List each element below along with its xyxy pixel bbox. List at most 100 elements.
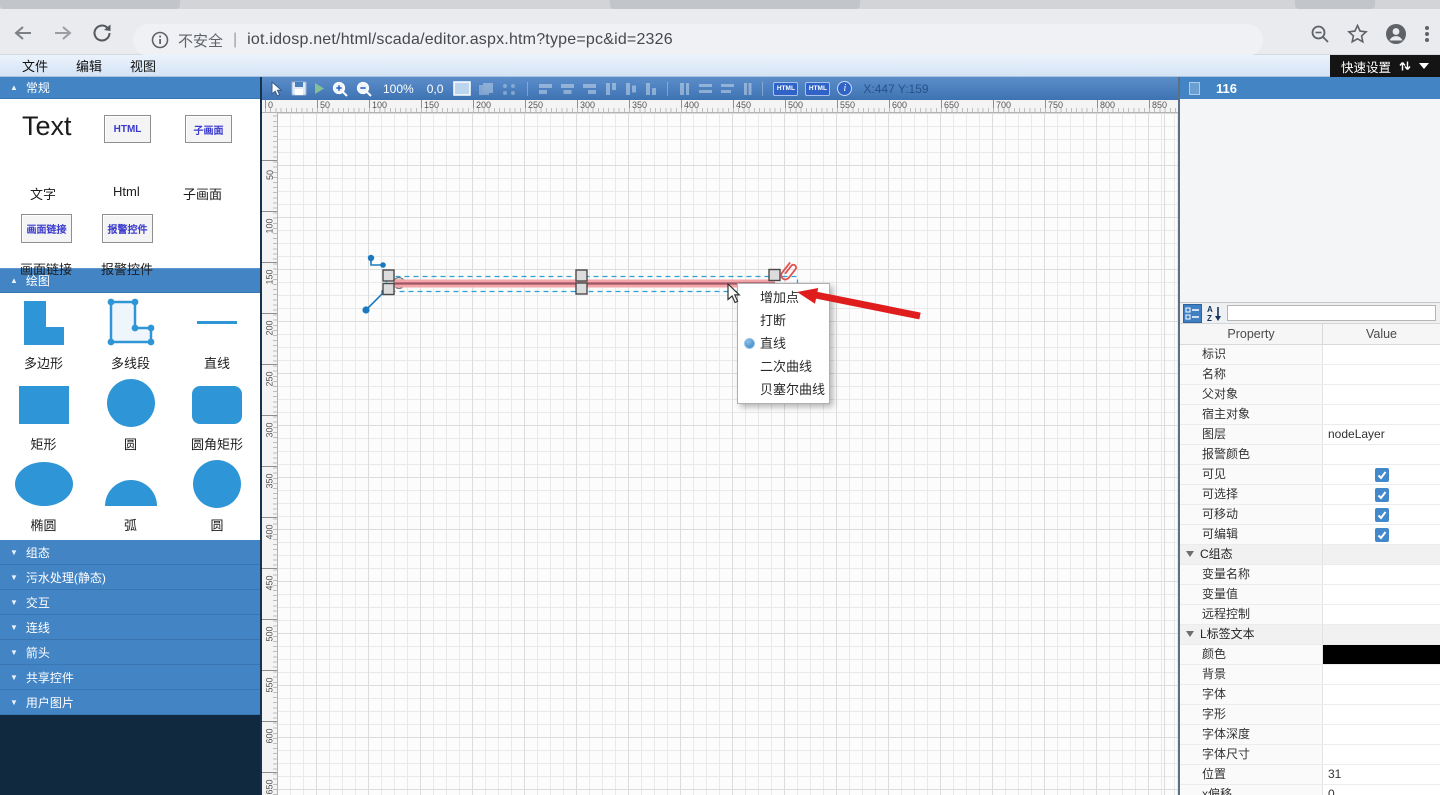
palette-item-html[interactable]: HTML: [104, 115, 151, 143]
polyline-icon: [107, 297, 155, 346]
palette-section-collapsed[interactable]: ▼ 组态: [0, 540, 260, 565]
select-cursor-icon[interactable]: [270, 81, 284, 97]
palette-shape-circle[interactable]: 圆: [106, 378, 156, 459]
property-row[interactable]: 变量值: [1180, 585, 1440, 605]
property-row[interactable]: 图层nodeLayer: [1180, 425, 1440, 445]
align-right-icon-disabled: [582, 82, 597, 95]
palette-shape-polygon[interactable]: 多边形: [23, 297, 65, 378]
palette-shape-polyline[interactable]: 多线段: [107, 297, 155, 378]
save-icon[interactable]: [291, 81, 307, 96]
browser-tab[interactable]: [610, 0, 860, 9]
column-header-value: Value: [1322, 324, 1440, 344]
avatar-icon[interactable]: [1385, 23, 1407, 45]
palette-section-collapsed[interactable]: ▼ 连线: [0, 615, 260, 640]
property-row[interactable]: 宿主对象: [1180, 405, 1440, 425]
mouse-coordinates: X:447 Y:159: [863, 82, 928, 96]
checkbox-checked[interactable]: [1375, 488, 1389, 502]
palette-section-collapsed[interactable]: ▼ 交互: [0, 590, 260, 615]
palette-item-text[interactable]: Text: [22, 111, 72, 142]
property-group-row[interactable]: C组态: [1180, 545, 1440, 565]
play-icon[interactable]: [314, 82, 325, 95]
address-bar[interactable]: 不安全 | iot.idosp.net/html/scada/editor.as…: [133, 24, 1263, 56]
palette-item-screenlink[interactable]: 画面链接: [21, 214, 72, 243]
html-export-icon[interactable]: HTML: [773, 82, 798, 96]
checkbox-checked[interactable]: [1375, 528, 1389, 542]
sort-az-icon[interactable]: AZ: [1206, 304, 1223, 323]
paste-icon-disabled: [501, 82, 517, 96]
url-text[interactable]: iot.idosp.net/html/scada/editor.aspx.htm…: [247, 31, 673, 49]
menu-item[interactable]: 编辑: [62, 59, 116, 74]
palette-shape-arc[interactable]: 弧: [104, 459, 158, 540]
context-menu-item-break[interactable]: 打断: [738, 309, 829, 332]
back-icon[interactable]: [12, 23, 34, 43]
color-swatch-black[interactable]: [1323, 645, 1440, 664]
palette-shape-rectangle[interactable]: 矩形: [18, 378, 70, 459]
design-grid[interactable]: [278, 113, 1178, 795]
section-label: 组态: [26, 544, 50, 561]
palette-section-collapsed[interactable]: ▼ 共享控件: [0, 665, 260, 690]
property-row[interactable]: 背景: [1180, 665, 1440, 685]
forward-icon[interactable]: [52, 23, 74, 43]
palette-item-alarm[interactable]: 报警控件: [102, 214, 153, 243]
property-row[interactable]: 字形: [1180, 705, 1440, 725]
context-menu: 增加点 打断 直线 二次曲线 贝塞尔曲线: [737, 283, 830, 404]
inspector-title: 116: [1216, 81, 1237, 96]
menu-item[interactable]: 文件: [8, 59, 62, 74]
property-row[interactable]: 可选择: [1180, 485, 1440, 505]
quick-settings-button[interactable]: 快速设置: [1330, 55, 1440, 77]
checkbox-checked[interactable]: [1375, 468, 1389, 482]
property-row[interactable]: x偏移0: [1180, 785, 1440, 795]
zoom-out-icon[interactable]: [356, 81, 373, 97]
palette-item-subscreen[interactable]: 子画面: [185, 115, 232, 143]
canvas-toolbar: 100% 0,0 HTML HTML i X:447 Y:159: [262, 77, 1178, 100]
copy-icon-disabled: [478, 82, 494, 96]
browser-tab[interactable]: [1295, 0, 1375, 9]
property-row[interactable]: 标识: [1180, 345, 1440, 365]
property-row[interactable]: 字体: [1180, 685, 1440, 705]
context-menu-item-line[interactable]: 直线: [738, 332, 829, 355]
property-row[interactable]: 名称: [1180, 365, 1440, 385]
property-row[interactable]: 远程控制: [1180, 605, 1440, 625]
property-row[interactable]: 变量名称: [1180, 565, 1440, 585]
property-group-row[interactable]: L标签文本: [1180, 625, 1440, 645]
checkbox-checked[interactable]: [1375, 508, 1389, 522]
palette-section-collapsed[interactable]: ▼ 箭头: [0, 640, 260, 665]
categorize-icon[interactable]: [1183, 304, 1202, 323]
context-menu-item-bezier[interactable]: 贝塞尔曲线: [738, 378, 829, 401]
info-button[interactable]: i: [837, 81, 852, 96]
property-row[interactable]: 位置31: [1180, 765, 1440, 785]
property-row[interactable]: 报警颜色: [1180, 445, 1440, 465]
svg-text:Z: Z: [1207, 314, 1212, 323]
property-row[interactable]: 颜色: [1180, 645, 1440, 665]
palette-section-collapsed[interactable]: ▼ 用户图片: [0, 690, 260, 715]
reload-icon[interactable]: [92, 23, 114, 43]
panel-toggle-icon[interactable]: [1189, 82, 1200, 95]
screen-icon[interactable]: [453, 81, 471, 96]
palette-section-collapsed[interactable]: ▼ 污水处理(静态): [0, 565, 260, 590]
property-row[interactable]: 字体尺寸: [1180, 745, 1440, 765]
context-menu-item-add-point[interactable]: 增加点: [738, 286, 829, 309]
circle-icon: [106, 378, 156, 427]
address-divider: |: [233, 31, 237, 49]
palette-section-general[interactable]: ▲ 常规: [0, 77, 260, 99]
menu-item[interactable]: 视图: [116, 59, 170, 74]
bookmark-star-icon[interactable]: [1347, 24, 1368, 44]
property-row[interactable]: 字体深度: [1180, 725, 1440, 745]
html-view-icon[interactable]: HTML: [805, 82, 830, 96]
property-row[interactable]: 父对象: [1180, 385, 1440, 405]
browser-menu-icon[interactable]: [1424, 24, 1430, 44]
palette-shape-circle2[interactable]: 圆: [192, 459, 242, 540]
palette-shape-rounded-rect[interactable]: 圆角矩形: [191, 378, 243, 459]
palette-shape-line[interactable]: 直线: [195, 297, 239, 378]
zoom-in-icon[interactable]: [332, 81, 349, 97]
info-icon[interactable]: [151, 31, 169, 49]
property-filter-input[interactable]: [1227, 305, 1436, 321]
browser-tab[interactable]: [0, 0, 180, 9]
property-row[interactable]: 可见: [1180, 465, 1440, 485]
property-row[interactable]: 可编辑: [1180, 525, 1440, 545]
property-row[interactable]: 可移动: [1180, 505, 1440, 525]
palette-shape-ellipse[interactable]: 椭圆: [14, 459, 74, 540]
zoom-out-page-icon[interactable]: [1310, 24, 1330, 44]
context-menu-item-quadratic[interactable]: 二次曲线: [738, 355, 829, 378]
toolbar-separator: [762, 82, 763, 96]
